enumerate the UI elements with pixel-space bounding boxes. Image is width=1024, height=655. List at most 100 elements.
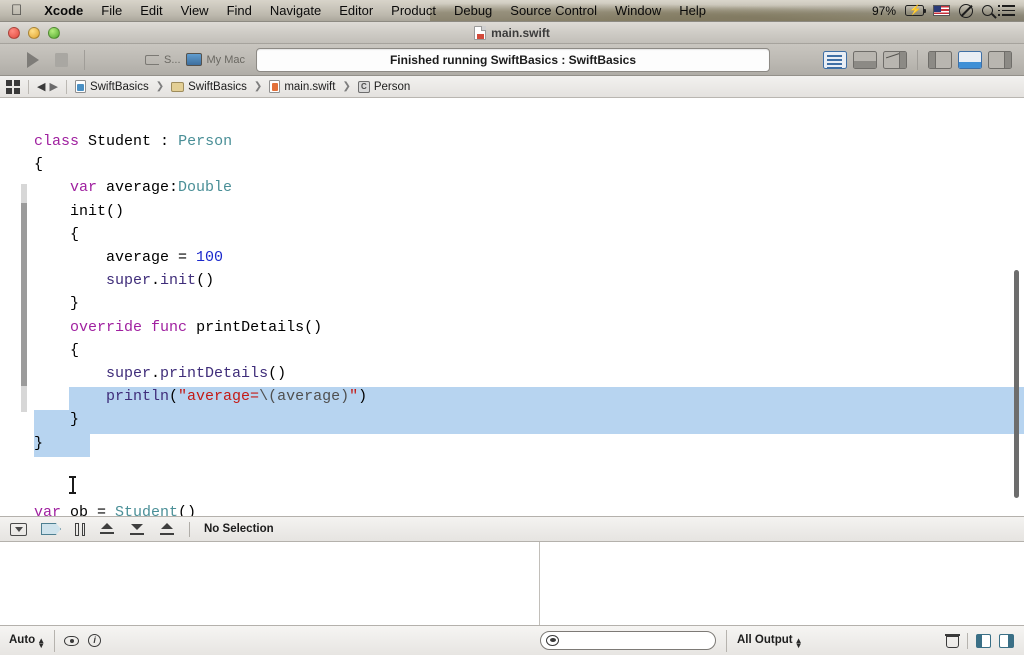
menu-item-xcode[interactable]: Xcode [35, 0, 92, 21]
debug-bar-divider [189, 521, 190, 537]
pause-icon [75, 522, 85, 536]
macos-menu-bar:  Xcode File Edit View Find Navigate Edi… [0, 0, 1024, 22]
console-output-popup[interactable]: All Output ▲ ▼ [737, 634, 803, 650]
breadcrumb-item-project[interactable]: SwiftBasics [74, 80, 149, 93]
toolbar-divider [84, 49, 85, 70]
destination-label: My Mac [206, 53, 246, 66]
assistant-editor-button[interactable] [958, 51, 982, 69]
apple-menu-icon[interactable]:  [11, 3, 22, 18]
window-title-bar: main.swift [0, 22, 1024, 44]
variables-view[interactable] [0, 542, 540, 625]
bottom-divider-2 [726, 629, 727, 652]
menu-item-edit[interactable]: Edit [131, 0, 171, 21]
variables-filter-field[interactable] [540, 631, 716, 650]
editor-vertical-scrollbar[interactable] [1014, 270, 1019, 498]
menu-item-product[interactable]: Product [382, 0, 445, 21]
code-line: { [34, 156, 44, 174]
menu-bar-status-area: 97% ⚡ [872, 3, 1024, 18]
info-icon[interactable]: i [88, 634, 102, 647]
code-line: println("average=\(average)") [106, 388, 368, 406]
step-over-icon [99, 522, 115, 536]
toolbar-divider-2 [917, 50, 918, 70]
menu-item-view[interactable]: View [172, 0, 218, 21]
menu-item-help[interactable]: Help [670, 0, 715, 21]
debug-bar: No Selection [0, 516, 1024, 542]
clear-console-icon[interactable] [945, 633, 960, 648]
menu-item-file[interactable]: File [92, 0, 131, 21]
stepper-icon: ▲ ▼ [37, 635, 46, 650]
show-variables-view-button[interactable] [976, 633, 991, 648]
notification-center-icon[interactable] [998, 5, 1015, 16]
window-title: main.swift [0, 22, 1024, 44]
menu-item-window[interactable]: Window [606, 0, 670, 21]
jump-bar: ◀ ▶ SwiftBasics ❯ SwiftBasics ❯ main.swi… [0, 76, 1024, 98]
utilities-toggle-button[interactable] [883, 51, 907, 69]
bottom-divider-3 [967, 632, 968, 649]
code-line: { [70, 341, 80, 359]
hide-debug-area-icon [10, 522, 27, 536]
scheme-icon [145, 54, 159, 65]
code-line: } [70, 411, 80, 429]
menu-item-debug[interactable]: Debug [445, 0, 501, 21]
project-icon [74, 80, 86, 93]
filter-icon [546, 635, 559, 646]
chevron-right-icon: ❯ [155, 81, 165, 92]
version-editor-button[interactable] [988, 51, 1012, 69]
pause-continue-button[interactable] [75, 520, 85, 538]
console-view[interactable] [540, 542, 1024, 625]
code-fold-ribbon-inner[interactable] [21, 386, 27, 412]
code-line: class Student : Person [34, 133, 233, 150]
code-line: var average:Double [70, 179, 233, 197]
hide-debug-area-button[interactable] [10, 520, 27, 538]
window-title-label: main.swift [491, 26, 550, 40]
debug-area-toggle-button[interactable] [853, 51, 877, 69]
code-text[interactable]: class Student : Person { var average:Dou… [34, 130, 367, 516]
source-editor[interactable]: class Student : Person { var average:Dou… [0, 98, 1024, 516]
navigator-toggle-button[interactable] [823, 51, 847, 69]
navigate-back-button[interactable]: ◀ [37, 80, 45, 93]
xcode-toolbar: S... My Mac Finished running SwiftBasics… [0, 44, 1024, 76]
breadcrumb-item-file[interactable]: main.swift [269, 80, 335, 93]
variables-filter-input[interactable] [559, 634, 699, 647]
battery-percent-label[interactable]: 97% [872, 4, 896, 18]
jumpbar-divider-2 [65, 79, 67, 94]
quick-look-icon[interactable] [64, 635, 80, 646]
bottom-divider [54, 629, 56, 652]
menu-item-editor[interactable]: Editor [330, 0, 382, 21]
scheme-selector[interactable]: S... My Mac [95, 53, 245, 66]
navigate-forward-button[interactable]: ▶ [49, 80, 57, 93]
run-button[interactable] [18, 48, 48, 72]
variable-scope-popup[interactable]: Auto ▲ ▼ [9, 634, 46, 650]
step-into-button[interactable] [129, 520, 145, 538]
spotlight-search-icon[interactable] [982, 5, 993, 16]
breakpoint-icon [41, 523, 61, 535]
menu-item-source-control[interactable]: Source Control [501, 0, 606, 21]
stop-icon [54, 52, 68, 67]
code-line: average = 100 [106, 249, 224, 267]
code-line: } [34, 434, 44, 452]
input-flag-icon[interactable] [933, 5, 950, 16]
standard-editor-button[interactable] [928, 51, 952, 69]
toolbar-view-buttons [823, 44, 1012, 76]
code-line: super.printDetails() [106, 365, 287, 383]
folder-icon [171, 81, 185, 92]
do-not-disturb-icon[interactable] [959, 3, 973, 18]
breadcrumb-item-group[interactable]: SwiftBasics [171, 81, 247, 93]
battery-icon[interactable]: ⚡ [905, 5, 927, 16]
step-over-button[interactable] [99, 520, 115, 538]
console-controls [945, 632, 1024, 649]
code-line: override func printDetails() [70, 318, 323, 336]
breakpoints-toggle-button[interactable] [41, 520, 61, 538]
show-console-button[interactable] [999, 633, 1014, 648]
swift-file-icon [474, 26, 487, 40]
debug-area [0, 542, 1024, 625]
step-out-button[interactable] [159, 520, 175, 538]
stop-button[interactable] [48, 48, 74, 72]
code-fold-ribbon[interactable] [21, 203, 27, 408]
chevron-right-icon-3: ❯ [342, 81, 351, 92]
breadcrumb-item-symbol[interactable]: C Person [357, 80, 410, 93]
breadcrumb-label-project: SwiftBasics [89, 80, 149, 93]
menu-item-navigate[interactable]: Navigate [261, 0, 330, 21]
menu-item-find[interactable]: Find [218, 0, 261, 21]
related-items-icon[interactable] [6, 79, 20, 94]
